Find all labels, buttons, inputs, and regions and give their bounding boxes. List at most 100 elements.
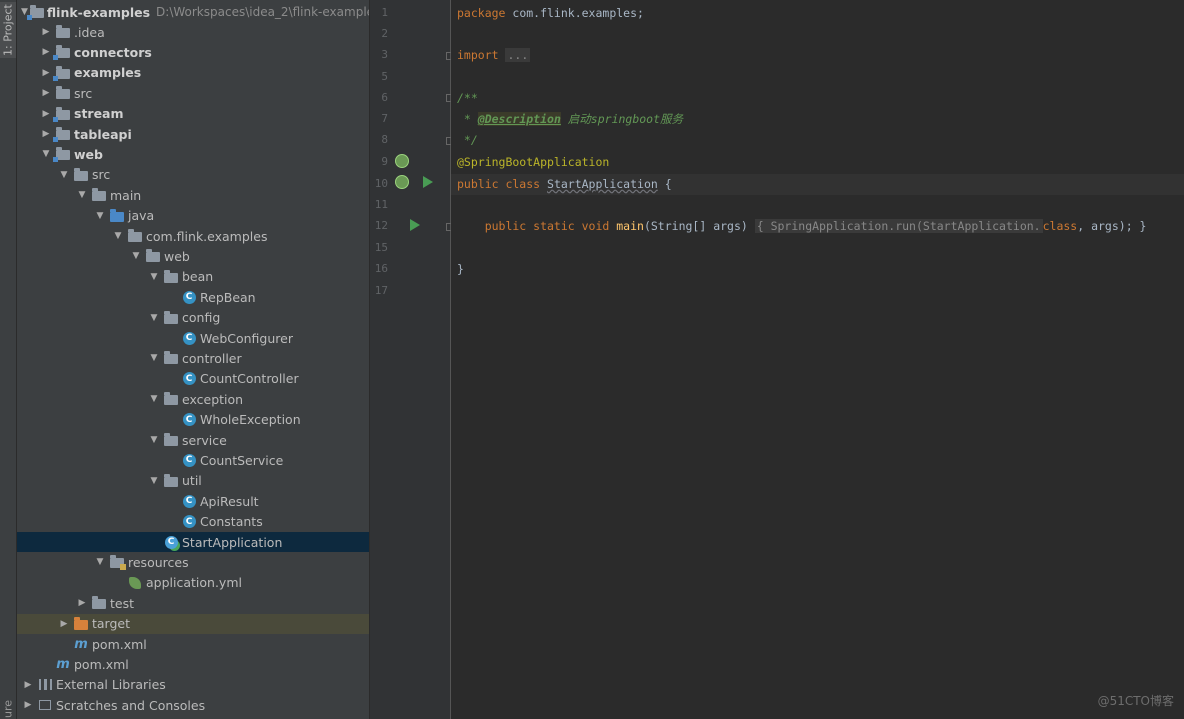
module-folder-icon: [53, 126, 71, 142]
watermark: @51CTO博客: [1097, 694, 1174, 708]
code-line-8: */: [457, 133, 478, 147]
tree-item[interactable]: ▼ config: [17, 308, 369, 328]
tree-root[interactable]: ▼ flink-examples D:\Workspaces\idea_2\fl…: [17, 2, 369, 22]
chevron-right-icon[interactable]: ▶: [39, 27, 53, 37]
tree-item-label: tableapi: [74, 126, 132, 142]
tree-item[interactable]: ▶ src: [17, 83, 369, 103]
code-line-10: public class StartApplication {: [457, 177, 672, 191]
tree-item[interactable]: ▶ examples: [17, 63, 369, 83]
tree-item[interactable]: ▼ main: [17, 185, 369, 205]
code-editor[interactable]: package com.flink.examples; import ... /…: [451, 0, 1184, 719]
tree-item[interactable]: ▶ test: [17, 593, 369, 613]
tree-item[interactable]: ▶ tableapi: [17, 124, 369, 144]
tree-item-label: com.flink.examples: [146, 228, 268, 244]
tree-item[interactable]: ▼ java: [17, 206, 369, 226]
chevron-right-icon[interactable]: ▶: [21, 700, 35, 710]
tree-item[interactable]: C RepBean: [17, 287, 369, 307]
tree-item[interactable]: C WholeException: [17, 410, 369, 430]
line-number: 6: [381, 91, 388, 104]
folder-icon: [55, 24, 71, 40]
chevron-right-icon[interactable]: ▶: [39, 88, 53, 98]
chevron-down-icon[interactable]: ▼: [129, 251, 143, 261]
spring-boot-icon[interactable]: [395, 175, 409, 189]
tree-item[interactable]: application.yml: [17, 573, 369, 593]
chevron-right-icon[interactable]: ▶: [39, 129, 53, 139]
tree-item[interactable]: ▶ connectors: [17, 42, 369, 62]
line-number: 12: [374, 219, 388, 232]
run-class-icon[interactable]: [423, 176, 433, 188]
folder-icon: [91, 595, 107, 611]
tree-item-label: CountService: [200, 452, 284, 468]
chevron-down-icon[interactable]: ▼: [147, 272, 161, 282]
tree-item-label: application.yml: [146, 575, 242, 591]
chevron-right-icon[interactable]: ▶: [57, 619, 71, 629]
project-tool-tab[interactable]: 1: Project: [0, 2, 16, 58]
module-folder-icon: [53, 65, 71, 81]
chevron-down-icon[interactable]: ▼: [147, 313, 161, 323]
structure-tool-tab[interactable]: ure: [0, 699, 16, 719]
tree-item[interactable]: C CountService: [17, 450, 369, 470]
folded-imports[interactable]: ...: [505, 48, 531, 62]
tree-item[interactable]: ▼ resources: [17, 552, 369, 572]
tree-item[interactable]: ▼ web: [17, 144, 369, 164]
chevron-down-icon[interactable]: ▼: [57, 170, 71, 180]
chevron-right-icon[interactable]: ▶: [39, 68, 53, 78]
line-number: 8: [381, 133, 388, 146]
tree-item[interactable]: ▼ util: [17, 471, 369, 491]
tree-item[interactable]: C ApiResult: [17, 491, 369, 511]
chevron-down-icon[interactable]: ▼: [147, 353, 161, 363]
tree-item-label: src: [92, 167, 111, 183]
class-icon: C: [181, 289, 197, 305]
root-name: flink-examples: [46, 4, 151, 20]
line-number: 7: [381, 112, 388, 125]
tree-item[interactable]: ▶ External Libraries: [17, 675, 369, 695]
chevron-down-icon[interactable]: ▼: [39, 149, 53, 159]
code-line-3: import ...: [457, 48, 531, 62]
tree-item[interactable]: ▶ stream: [17, 104, 369, 124]
tree-item[interactable]: ▼ src: [17, 165, 369, 185]
tree-item[interactable]: m pom.xml: [17, 634, 369, 654]
tree-item[interactable]: ▼ controller: [17, 348, 369, 368]
tree-item[interactable]: ▼ bean: [17, 267, 369, 287]
package-icon: [163, 473, 179, 489]
tree-item-label: test: [110, 595, 135, 611]
package-icon: [163, 310, 179, 326]
tree-item[interactable]: ▶ .idea: [17, 22, 369, 42]
code-line-1: package com.flink.examples;: [457, 6, 644, 20]
tree-item[interactable]: m pom.xml: [17, 654, 369, 674]
chevron-down-icon[interactable]: ▼: [93, 211, 107, 221]
tree-item-label: External Libraries: [56, 677, 166, 693]
chevron-down-icon[interactable]: ▼: [75, 190, 89, 200]
tree-item[interactable]: ▼ service: [17, 430, 369, 450]
run-main-icon[interactable]: [410, 219, 420, 231]
tree-item-label: examples: [74, 65, 142, 81]
chevron-right-icon[interactable]: ▶: [39, 47, 53, 57]
chevron-down-icon[interactable]: ▼: [111, 231, 125, 241]
tree-item[interactable]: ▼ web: [17, 246, 369, 266]
tree-item[interactable]: C Constants: [17, 512, 369, 532]
spring-bean-icon[interactable]: [395, 154, 409, 168]
tree-item-label: web: [74, 146, 103, 162]
chevron-down-icon[interactable]: ▼: [147, 435, 161, 445]
chevron-down-icon[interactable]: ▼: [147, 476, 161, 486]
tree-item[interactable]: ▶ Scratches and Consoles: [17, 695, 369, 715]
chevron-right-icon[interactable]: ▶: [21, 680, 35, 690]
line-number: 16: [374, 262, 388, 275]
tree-item[interactable]: ▼ exception: [17, 389, 369, 409]
tree-item-label: pom.xml: [92, 636, 147, 652]
line-number: 15: [374, 241, 388, 254]
resources-folder-icon: [109, 554, 126, 571]
tree-item[interactable]: ▼ com.flink.examples: [17, 226, 369, 246]
chevron-right-icon[interactable]: ▶: [75, 598, 89, 608]
tree-item[interactable]: ▶ target: [17, 613, 369, 634]
tree-item-label: CountController: [200, 371, 299, 387]
tree-item[interactable]: C WebConfigurer: [17, 328, 369, 348]
tree-item[interactable]: C CountController: [17, 369, 369, 389]
chevron-down-icon[interactable]: ▼: [147, 394, 161, 404]
tree-item-label: resources: [128, 554, 189, 570]
module-folder-icon: [53, 106, 71, 122]
chevron-right-icon[interactable]: ▶: [39, 109, 53, 119]
tree-item[interactable]: C StartApplication: [17, 532, 369, 552]
tree-item-label: WholeException: [200, 412, 301, 428]
chevron-down-icon[interactable]: ▼: [93, 557, 107, 567]
